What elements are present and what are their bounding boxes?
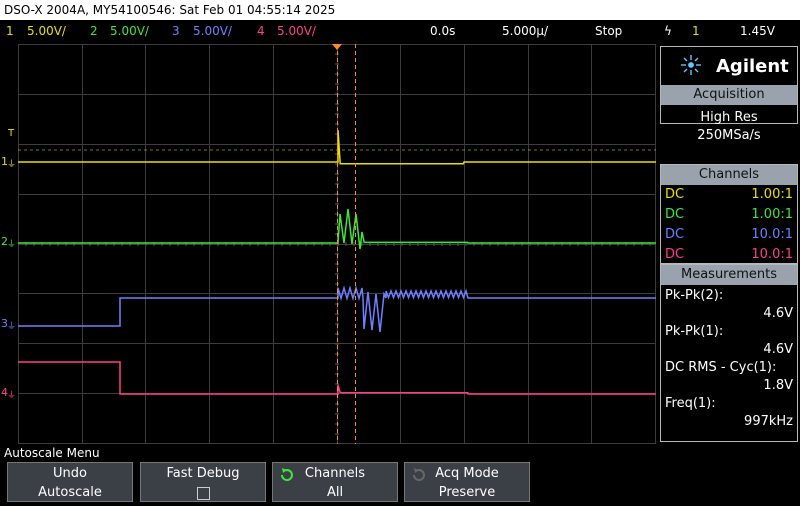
- channel-row: DC 1.00:1: [661, 185, 797, 205]
- info-panel: Agilent Acquisition High Res 250MSa/s Ch…: [659, 44, 800, 444]
- measurement-label: DC RMS - Cyc(1):: [665, 360, 777, 375]
- ground-icon: ⏚: [7, 160, 17, 170]
- channel-probe-ratio: 1.00:1: [751, 207, 793, 222]
- ch3-number[interactable]: 3: [172, 20, 180, 42]
- measurement-value: 997kHz: [744, 414, 793, 429]
- window-title: DSO-X 2004A, MY54100546: Sat Feb 01 04:5…: [0, 0, 800, 20]
- spark-icon: [681, 55, 701, 75]
- waveform-display[interactable]: [17, 43, 656, 444]
- ch4-number[interactable]: 4: [257, 20, 265, 42]
- measurement-label: Pk-Pk(1):: [665, 324, 724, 339]
- ch1-scale: 5.00V/: [27, 24, 66, 38]
- brand-logo-text: Agilent: [716, 56, 789, 77]
- horizontal-delay: 0.0s: [430, 24, 456, 38]
- fast-debug-button[interactable]: Fast Debug: [140, 462, 266, 502]
- rotate-knob-icon: [412, 468, 425, 482]
- ch2-scale: 5.00V/: [110, 24, 149, 38]
- measurement-value: 4.6V: [763, 342, 793, 357]
- trigger-level: 1.45V: [740, 24, 775, 38]
- measurement-label: Pk-Pk(2):: [665, 288, 724, 303]
- acq-mode-button[interactable]: Acq Mode Preserve: [404, 462, 530, 502]
- ground-icon: ⏚: [7, 240, 17, 250]
- channel-coupling: DC: [665, 207, 685, 222]
- fast-debug-checkbox[interactable]: [196, 487, 210, 500]
- ch1-number[interactable]: 1: [6, 20, 14, 42]
- softkey-sublabel: Autoscale: [38, 485, 102, 500]
- channel-row: DC 1.00:1: [661, 205, 797, 225]
- channel-row: DC 10.0:1: [661, 245, 797, 265]
- ground-icon: ⏚: [7, 391, 17, 401]
- status-bar: 1 5.00V/ 2 5.00V/ 3 5.00V/ 4 5.00V/ 0.0s…: [0, 20, 800, 42]
- undo-autoscale-button[interactable]: Undo Autoscale: [7, 462, 133, 502]
- ch3-scale: 5.00V/: [193, 24, 232, 38]
- softkey-label: Undo: [53, 466, 87, 481]
- ch4-scale: 5.00V/: [277, 24, 316, 38]
- waveform-svg: [17, 43, 656, 444]
- agilent-logo: Agilent: [661, 47, 797, 83]
- acquisition-header[interactable]: Acquisition: [661, 85, 797, 105]
- channel-probe-ratio: 1.00:1: [751, 187, 793, 202]
- channel-probe-ratio: 10.0:1: [751, 247, 793, 262]
- channel-row: DC 10.0:1: [661, 225, 797, 245]
- ch2-number[interactable]: 2: [90, 20, 98, 42]
- acquisition-mode: High Res: [700, 110, 758, 125]
- channel-coupling: DC: [665, 247, 685, 262]
- measurement-value: 4.6V: [763, 306, 793, 321]
- run-state: Stop: [595, 24, 623, 38]
- ground-icon: ⏚: [7, 322, 17, 332]
- channels-box: Channels DC 1.00:1 DC 1.00:1 DC 10.0:1 DC 10.0:…: [660, 164, 798, 264]
- logo-box: Agilent Acquisition High Res 250MSa/s: [660, 46, 798, 143]
- softkey-sublabel: All: [326, 485, 344, 500]
- menu-title: Autoscale Menu: [4, 446, 100, 460]
- measurements-header[interactable]: Measurements: [661, 265, 797, 285]
- measurement-label: Freq(1):: [665, 396, 716, 411]
- sample-rate: 250MSa/s: [697, 128, 761, 143]
- channel-coupling: DC: [665, 227, 685, 242]
- channel-probe-ratio: 10.0:1: [751, 227, 793, 242]
- channels-header[interactable]: Channels: [661, 165, 797, 185]
- rotate-knob-icon: [280, 468, 293, 482]
- trigger-position-marker: [332, 44, 342, 50]
- acquisition-section: Acquisition High Res 250MSa/s: [661, 85, 797, 145]
- softkey-label: Fast Debug: [166, 466, 240, 481]
- softkey-bar: Undo Autoscale Fast Debug Channels All A…: [0, 462, 800, 503]
- softkey-sublabel: Preserve: [438, 485, 496, 500]
- measurements-box: Measurements Pk-Pk(2): 4.6V Pk-Pk(1): 4.6V D…: [660, 264, 798, 442]
- trigger-level-marker[interactable]: T: [8, 129, 14, 139]
- channels-all-button[interactable]: Channels All: [272, 462, 398, 502]
- measurement-value: 1.8V: [763, 378, 793, 393]
- trigger-source: 1: [692, 24, 700, 38]
- timebase-scale: 5.000µ/: [502, 24, 549, 38]
- trigger-edge-icon: ϟ: [664, 24, 672, 38]
- channel-coupling: DC: [665, 187, 685, 202]
